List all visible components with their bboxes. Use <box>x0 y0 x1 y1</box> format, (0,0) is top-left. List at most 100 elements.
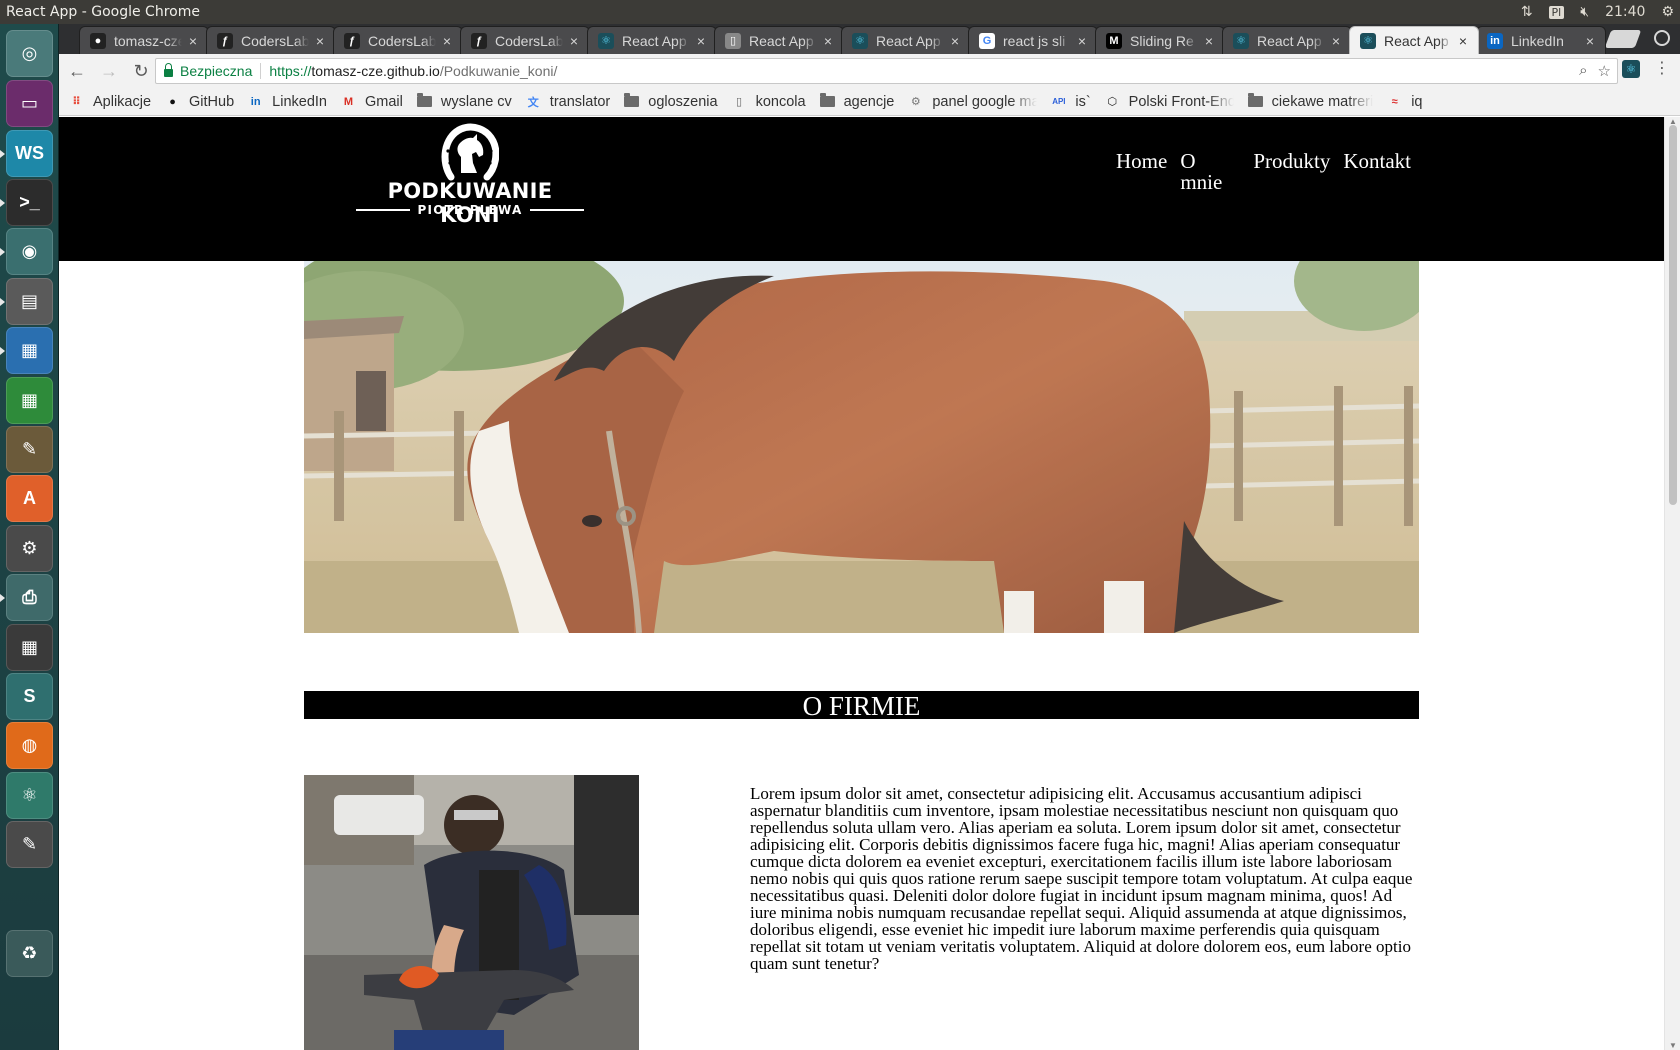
system-tray: ⇅ Pl 🔇︎ 21:40 ⚙ <box>1521 0 1674 24</box>
nav-link-kontakt[interactable]: Kontakt <box>1343 151 1411 193</box>
bookmark-item[interactable]: ⚙ panel google ma <box>908 94 1037 110</box>
bookmark-label: LinkedIn <box>272 93 327 110</box>
bookmark-item[interactable]: 文 translator <box>526 94 610 110</box>
translate-icon: 文 <box>527 96 539 109</box>
nav-link-o-mnie[interactable]: O mnie <box>1180 151 1240 193</box>
new-tab-button[interactable] <box>1604 30 1642 48</box>
bookmark-item[interactable]: ▯ koncola <box>732 94 806 110</box>
reload-button[interactable]: ↻ <box>127 57 155 85</box>
tab-close-icon[interactable]: × <box>1329 33 1343 49</box>
browser-tab[interactable]: M Sliding Re × <box>1095 26 1225 54</box>
tab-close-icon[interactable]: × <box>694 33 708 49</box>
browser-tab[interactable]: ƒ CodersLab × <box>206 26 336 54</box>
bookmark-item[interactable]: ≈ iq <box>1387 94 1423 110</box>
bookmark-item[interactable]: ciekawe matreri <box>1247 93 1373 110</box>
chrome-icon[interactable]: ◉ <box>0 228 53 275</box>
google-icon: G <box>979 32 995 49</box>
scanner-icon[interactable]: ⎙ <box>0 574 53 621</box>
text-editor-icon[interactable]: ✎ <box>6 821 53 868</box>
browser-tab-strip: ● tomasz-cze × ƒ CodersLab × ƒ CodersLab × ƒ Coder… <box>59 24 1680 54</box>
bookmarks-bar: ⠿ Aplikacje ● GitHub in LinkedIn M Gmail wyslane… <box>59 88 1680 116</box>
os-top-panel: React App - Google Chrome ⇅ Pl 🔇︎ 21:40 … <box>0 0 1680 24</box>
folder-icon <box>624 93 640 109</box>
tab-close-icon[interactable]: × <box>1075 33 1089 49</box>
calc-icon[interactable]: ▦ <box>6 377 53 424</box>
url-host: tomasz-cze.github.io <box>311 63 440 79</box>
bookmark-item[interactable]: ● GitHub <box>165 94 234 110</box>
bookmark-label: ogloszenia <box>648 93 718 110</box>
bookmark-item[interactable]: agencje <box>819 93 894 110</box>
coderslab-icon: ƒ <box>471 32 487 49</box>
react-devtools-extension-icon[interactable]: ⚛ <box>1622 60 1640 78</box>
terminal-icon[interactable]: >_ <box>0 179 53 226</box>
scrollbar-thumb[interactable] <box>1669 125 1677 505</box>
ubuntu-dash-icon[interactable]: ◎ <box>6 30 53 77</box>
forward-button[interactable]: → <box>95 57 123 85</box>
section-title-o-firmie: O FIRMIE <box>304 691 1419 721</box>
tab-label: LinkedIn <box>1511 32 1564 49</box>
tab-close-icon[interactable]: × <box>313 33 327 49</box>
bookmark-item[interactable]: M Gmail <box>341 94 403 110</box>
browser-tab[interactable]: ▯ React App × <box>714 26 844 54</box>
address-bar[interactable]: Bezpieczna https:// tomasz-cze.github.io… <box>155 58 1618 84</box>
keyboard-layout-indicator[interactable]: Pl <box>1548 5 1565 19</box>
page-scrollbar[interactable]: ▲ ▼ <box>1664 117 1680 1050</box>
profile-icon[interactable] <box>1654 30 1670 46</box>
tab-close-icon[interactable]: × <box>1202 33 1216 49</box>
browser-tab[interactable]: ⚛ React App × <box>841 26 971 54</box>
trash-icon[interactable]: ♻ <box>6 930 53 977</box>
back-button[interactable]: ← <box>63 57 91 85</box>
nav-link-home[interactable]: Home <box>1116 151 1167 193</box>
slack-icon[interactable]: S <box>6 673 53 720</box>
browser-tab[interactable]: ƒ CodersLab × <box>333 26 463 54</box>
calculator-icon[interactable]: ▦ <box>6 624 53 671</box>
firefox-icon[interactable]: ◍ <box>6 722 53 769</box>
browser-tab[interactable]: Greact js sli × <box>968 26 1098 54</box>
url-path: /Podkuwanie_koni/ <box>439 63 558 79</box>
tab-close-icon[interactable]: × <box>821 33 835 49</box>
settings-icon[interactable]: ⚙ <box>6 525 53 572</box>
tab-close-icon[interactable]: × <box>1456 33 1470 49</box>
browser-tab[interactable]: ⚛ React App × <box>1222 26 1352 54</box>
browser-tab[interactable]: ⚛ React App × <box>1349 26 1479 54</box>
tab-close-icon[interactable]: × <box>186 33 200 49</box>
nav-link-produkty[interactable]: Produkty <box>1253 151 1330 193</box>
browser-tab[interactable]: ● tomasz-cze × <box>79 26 209 54</box>
tab-close-icon[interactable]: × <box>440 33 454 49</box>
zoom-icon[interactable]: ⌕ <box>1579 62 1587 80</box>
bookmark-item[interactable]: API is` <box>1051 94 1090 110</box>
tab-label: CodersLab <box>241 32 309 49</box>
tab-close-icon[interactable]: × <box>567 33 581 49</box>
site-logo[interactable]: PODKUWANIE KONI PIOTR PLEWA <box>355 123 585 227</box>
bookmark-star-icon[interactable]: ☆ <box>1598 62 1611 80</box>
farrier-photo <box>304 775 639 1050</box>
power-gear-icon[interactable]: ⚙ <box>1661 4 1674 20</box>
bookmark-item[interactable]: ⬡ Polski Front-End <box>1105 94 1233 110</box>
software-center-icon[interactable]: A <box>6 475 53 522</box>
network-icon[interactable]: ⇅ <box>1521 4 1533 20</box>
bookmark-item[interactable]: wyslane cv <box>416 93 512 110</box>
lock-icon[interactable] <box>164 63 173 77</box>
secure-label[interactable]: Bezpieczna <box>180 63 252 79</box>
scroll-down-arrow-icon[interactable]: ▼ <box>1669 1041 1677 1050</box>
chrome-menu-icon[interactable]: ⋮ <box>1654 61 1670 77</box>
browser-tab[interactable]: in LinkedIn × <box>1476 26 1606 54</box>
writer-icon[interactable]: ▦ <box>0 327 53 374</box>
tab-label: Sliding Re <box>1130 32 1194 49</box>
browser-tab[interactable]: ƒ CodersLab × <box>460 26 590 54</box>
workspace-icon[interactable]: ▭ <box>6 80 53 127</box>
atom-icon[interactable]: ⚛ <box>6 772 53 819</box>
tab-label: CodersLab <box>368 32 436 49</box>
bookmark-item[interactable]: ⠿ Aplikacje <box>69 94 151 110</box>
browser-tab[interactable]: ⚛ React App × <box>587 26 717 54</box>
bookmark-item[interactable]: ogloszenia <box>624 93 718 110</box>
files-icon[interactable]: ▤ <box>0 278 53 325</box>
webstorm-icon[interactable]: WS <box>0 130 53 177</box>
clock[interactable]: 21:40 <box>1605 4 1645 20</box>
tab-label: React App <box>1257 32 1322 49</box>
tab-close-icon[interactable]: × <box>1583 33 1597 49</box>
gimp-icon[interactable]: ✎ <box>6 426 53 473</box>
bookmark-item[interactable]: in LinkedIn <box>248 94 327 110</box>
tab-close-icon[interactable]: × <box>948 33 962 49</box>
volume-muted-icon[interactable]: 🔇︎ <box>1580 4 1589 20</box>
